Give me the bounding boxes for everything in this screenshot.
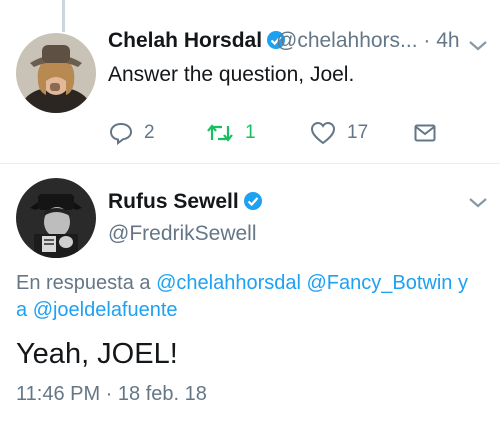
reply-context: En respuesta a @chelahhorsdal @Fancy_Bot… bbox=[16, 270, 486, 324]
reply-icon bbox=[109, 122, 133, 145]
author-handle[interactable]: @FredrikSewell bbox=[108, 222, 257, 246]
reply-count: 2 bbox=[144, 122, 155, 143]
like-count: 17 bbox=[347, 122, 369, 143]
avatar[interactable] bbox=[16, 178, 96, 258]
avatar[interactable] bbox=[16, 33, 96, 113]
envelope-icon bbox=[414, 124, 436, 142]
author-name-text[interactable]: Chelah Horsdal bbox=[108, 29, 262, 52]
author-name[interactable]: Chelah Horsdal bbox=[108, 29, 286, 56]
reply-button[interactable]: 2 bbox=[108, 120, 155, 146]
tweet-text: Answer the question, Joel. bbox=[108, 63, 355, 86]
separator-dot: · bbox=[423, 29, 431, 52]
tweet-text: Yeah, JOEL! bbox=[16, 338, 178, 370]
direct-message-button[interactable] bbox=[412, 120, 438, 146]
reply-joiner-a[interactable]: a bbox=[16, 299, 27, 321]
retweet-button[interactable]: 1 bbox=[205, 120, 256, 146]
tweet-timestamp[interactable]: 11:46 PM · 18 feb. 18 bbox=[16, 383, 207, 406]
reply-prefix: En respuesta a bbox=[16, 272, 151, 294]
verified-badge-icon bbox=[243, 191, 263, 217]
like-button[interactable]: 17 bbox=[309, 120, 368, 146]
tweet-divider bbox=[0, 163, 500, 164]
author-name[interactable]: Rufus Sewell bbox=[108, 190, 263, 217]
thread-connector-line bbox=[62, 0, 65, 32]
mention-link[interactable]: @chelahhorsdal bbox=[156, 272, 301, 294]
author-handle[interactable]: @chelahhors... · 4h bbox=[276, 29, 460, 53]
reply-joiner[interactable]: y bbox=[458, 272, 468, 294]
heart-icon bbox=[310, 121, 336, 145]
mention-link[interactable]: @Fancy_Botwin bbox=[307, 272, 453, 294]
retweet-count: 1 bbox=[245, 122, 256, 143]
tweet-time[interactable]: 4h bbox=[436, 29, 459, 52]
chevron-down-icon[interactable] bbox=[467, 39, 489, 53]
author-name-text[interactable]: Rufus Sewell bbox=[108, 190, 239, 213]
retweet-icon bbox=[207, 124, 233, 142]
chevron-down-icon[interactable] bbox=[467, 196, 489, 210]
mention-link[interactable]: @joeldelafuente bbox=[33, 299, 178, 321]
